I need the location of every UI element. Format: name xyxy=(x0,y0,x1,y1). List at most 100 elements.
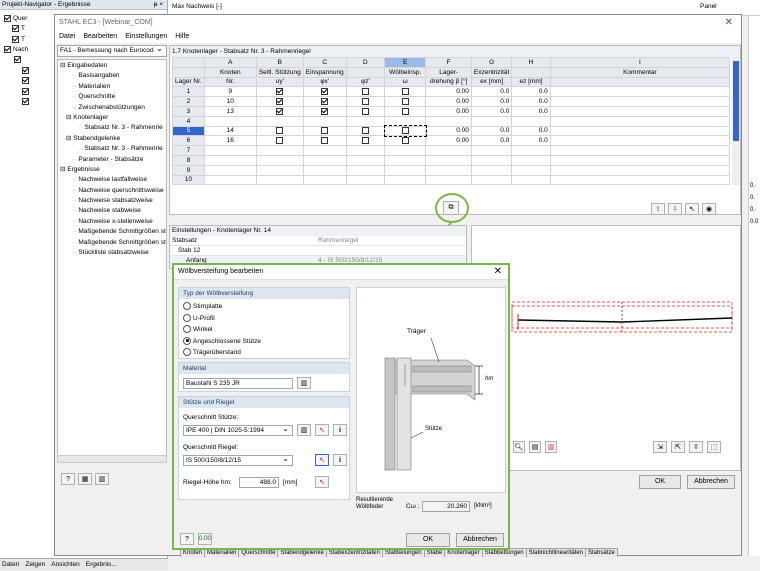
value-cell[interactable]: 0.0 xyxy=(511,86,551,98)
checkbox-icon[interactable] xyxy=(276,88,284,96)
hohe-input[interactable]: 488.0 xyxy=(239,477,279,488)
value-cell[interactable]: 0.00 xyxy=(425,135,472,147)
table-checkbox-cell[interactable] xyxy=(302,105,347,117)
qs-stuetze-select[interactable]: IPE 400 | DIN 1025-5:1994 xyxy=(183,424,293,436)
row-number[interactable]: 1 xyxy=(172,86,205,98)
close-icon[interactable]: ✕ xyxy=(725,17,733,28)
knotenlager-table[interactable]: A B C D E F G H I Knoten Seitl. Stützung Einspannun… xyxy=(172,57,731,186)
value-cell[interactable] xyxy=(425,154,472,166)
radio-icon[interactable] xyxy=(183,348,191,357)
table-row[interactable]: 10 xyxy=(172,174,731,186)
table-row[interactable]: 6 16 0.00 0.0 0.0 xyxy=(172,135,731,147)
row-number[interactable]: 8 xyxy=(172,154,205,166)
checkbox-icon[interactable] xyxy=(321,137,329,145)
module-nav-item[interactable]: ·· Querschnitte xyxy=(60,92,166,102)
table-checkbox-cell[interactable] xyxy=(345,125,386,137)
module-nav-item[interactable]: ·· Maßgebende Schnittgrößen sta xyxy=(60,227,166,237)
node-cell[interactable]: 10 xyxy=(203,96,257,107)
type-option[interactable]: Angeschlossene Stütze xyxy=(183,336,349,348)
checkbox-icon[interactable] xyxy=(401,137,409,145)
table-checkbox-cell[interactable] xyxy=(345,174,386,186)
export-icon[interactable]: ⇪ xyxy=(651,203,665,215)
checkbox-icon[interactable] xyxy=(276,127,284,135)
row-number[interactable]: 2 xyxy=(172,96,205,107)
view-iso-icon[interactable]: ⬚ xyxy=(707,441,721,453)
module-nav-item[interactable]: ⊟ Ergebnisse xyxy=(60,165,166,175)
view-icon[interactable]: ◉ xyxy=(702,203,716,215)
navigator-tab[interactable]: Daten xyxy=(2,559,19,570)
checkbox-icon[interactable] xyxy=(4,14,11,22)
menu-item[interactable]: Einstellungen xyxy=(125,33,167,40)
value-cell[interactable] xyxy=(470,145,513,156)
node-cell[interactable]: 16 xyxy=(203,135,257,147)
calc-icon[interactable]: ▦ xyxy=(78,473,92,485)
material-field[interactable]: Baustahl S 235 JR xyxy=(183,378,293,389)
module-nav-item[interactable]: ·· Nachweise querschnittsweise xyxy=(60,186,166,196)
module-nav-item[interactable]: ·· Nachweise lastfallweise xyxy=(60,175,166,185)
navigator-pin-close[interactable]: ᵽ × xyxy=(154,0,163,10)
table-checkbox-cell[interactable] xyxy=(384,135,427,147)
dialog-cancel-button[interactable]: Abbrechen xyxy=(456,533,504,547)
checkbox-icon[interactable] xyxy=(321,107,329,115)
module-nav-item[interactable]: ⊟ Knotenlager xyxy=(60,113,166,123)
type-option[interactable]: Winkel xyxy=(183,324,349,336)
checkbox-icon[interactable] xyxy=(22,66,29,74)
table-checkbox-cell[interactable] xyxy=(302,154,347,166)
table-checkbox-cell[interactable] xyxy=(255,135,304,147)
zoom-icon[interactable]: 🔍︎ xyxy=(513,441,525,453)
value-cell[interactable] xyxy=(425,164,472,176)
import-icon[interactable]: ⇩ xyxy=(668,203,682,215)
module-nav-item[interactable]: ·· Stabsatz Nr. 3 - Rahmenrie xyxy=(60,123,166,133)
value-cell[interactable] xyxy=(511,115,551,127)
value-cell[interactable]: 0.0 xyxy=(470,86,513,98)
module-nav-item[interactable]: ·· Nachweise stabsatzweise xyxy=(60,196,166,206)
table-checkbox-cell[interactable] xyxy=(384,96,427,107)
comment-cell[interactable] xyxy=(549,105,731,117)
table-checkbox-cell[interactable] xyxy=(255,174,304,186)
value-cell[interactable]: 0.0 xyxy=(470,125,513,137)
checkbox-icon[interactable] xyxy=(276,107,284,115)
module-nav-item[interactable]: ·· Materialien xyxy=(60,82,166,92)
row-number[interactable]: 4 xyxy=(172,115,205,127)
row-number[interactable]: 3 xyxy=(172,105,205,117)
table-checkbox-cell[interactable] xyxy=(255,86,304,98)
table-checkbox-cell[interactable] xyxy=(384,154,427,166)
table-checkbox-cell[interactable] xyxy=(345,154,386,166)
table-checkbox-cell[interactable] xyxy=(384,145,427,156)
checkbox-icon[interactable] xyxy=(12,25,19,33)
row-number[interactable]: 6 xyxy=(172,135,205,147)
type-option[interactable]: Stirnplatte xyxy=(183,301,349,313)
details-icon[interactable]: ▥ xyxy=(95,473,109,485)
table-checkbox-cell[interactable] xyxy=(302,115,347,127)
value-cell[interactable]: 0.0 xyxy=(511,135,551,147)
hohe-pick-icon[interactable]: ↖ xyxy=(315,476,329,488)
value-cell[interactable]: 0.00 xyxy=(425,86,472,98)
material-library-icon[interactable]: ▥ xyxy=(297,377,311,389)
navigator-tab[interactable]: Zeigen xyxy=(25,559,45,570)
qs-riegel-info-icon[interactable]: i xyxy=(333,454,347,466)
qs-riegel-edit-icon[interactable]: ↖ xyxy=(315,454,329,466)
value-cell[interactable] xyxy=(511,174,551,186)
node-cell[interactable] xyxy=(203,164,257,176)
module-nav-item[interactable]: ⊟ Eingabedaten xyxy=(60,61,166,71)
nav-scrollbar[interactable] xyxy=(57,455,167,463)
table-checkbox-cell[interactable] xyxy=(255,115,304,127)
view-y-icon[interactable]: ⇱ xyxy=(671,441,685,453)
row-number[interactable]: 10 xyxy=(172,174,205,186)
value-cell[interactable] xyxy=(511,154,551,166)
navigator-tab[interactable]: Ergebnis... xyxy=(86,559,117,570)
table-row[interactable]: 7 xyxy=(172,145,731,156)
table-checkbox-cell[interactable] xyxy=(302,86,347,98)
table-checkbox-cell[interactable] xyxy=(302,174,347,186)
checkbox-icon[interactable] xyxy=(401,97,409,105)
table-checkbox-cell[interactable] xyxy=(384,105,427,117)
table-checkbox-cell[interactable] xyxy=(345,86,386,98)
table-checkbox-cell[interactable] xyxy=(345,135,386,147)
table-row[interactable]: 8 xyxy=(172,154,731,166)
checkbox-icon[interactable] xyxy=(361,88,369,96)
value-cell[interactable] xyxy=(425,145,472,156)
main-cancel-button[interactable]: Abbrechen xyxy=(687,475,735,489)
table-row[interactable]: 1 9 0.00 0.0 0.0 xyxy=(172,86,731,98)
module-nav-item[interactable]: ·· Stabsatz Nr. 3 - Rahmenrie xyxy=(60,144,166,154)
module-nav-item[interactable]: ·· Nachweise x-stellenweise xyxy=(60,217,166,227)
